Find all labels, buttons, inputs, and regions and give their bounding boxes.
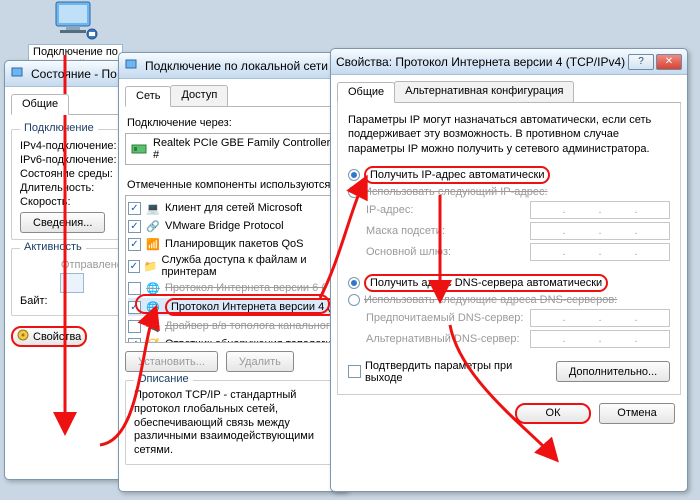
row-ipv4: IPv4-подключение: — [20, 140, 123, 152]
description-text: Протокол TCP/IP - стандартный протокол г… — [134, 389, 332, 458]
row-ipv6: IPv6-подключение: — [20, 154, 123, 166]
gear-icon — [17, 329, 29, 344]
checkbox-icon[interactable]: ✓ — [128, 202, 141, 215]
activity-bytes: Байт: — [20, 295, 123, 307]
component-item: ✓🔗VMware Bridge Protocol — [128, 218, 338, 234]
connection-legend: Подключение — [20, 122, 98, 134]
description-legend: Описание — [134, 373, 193, 385]
row-speed: Скорость: — [20, 196, 123, 208]
validate-on-exit[interactable]: Подтвердить параметры при выходе — [348, 360, 552, 384]
checkbox-icon[interactable]: ✓ — [128, 338, 141, 344]
connprops-title: Подключение по локальной сети 2 — [145, 59, 342, 73]
component-item: 🌐Протокол Интернета версии 6 ( — [128, 280, 338, 296]
tab-general[interactable]: Общие — [11, 94, 69, 115]
ipv4-tabs: Общие Альтернативная конфигурация — [337, 81, 681, 103]
checkbox-icon[interactable]: ✓ — [128, 220, 141, 233]
close-button[interactable]: ✕ — [656, 54, 682, 70]
checkbox-icon[interactable]: ✓ — [128, 301, 141, 314]
service-icon: 🔗 — [145, 218, 161, 234]
checkbox-icon[interactable] — [128, 320, 141, 333]
component-item: ✓💻Клиент для сетей Microsoft — [128, 200, 338, 216]
connection-properties-window: Подключение по локальной сети 2 Сеть Дос… — [118, 52, 348, 492]
field-gateway: Основной шлюз:... — [366, 243, 670, 261]
connprops-tabs: Сеть Доступ — [125, 85, 341, 107]
component-item: ✓🧭Ответчик обнаружения топологии — [128, 336, 338, 343]
tab-general[interactable]: Общие — [337, 82, 395, 103]
activity-monitor-icon — [60, 273, 84, 293]
components-list[interactable]: ✓💻Клиент для сетей Microsoft ✓🔗VMware Br… — [125, 195, 341, 343]
component-item-ipv4[interactable]: ✓🌐Протокол Интернета версии 4 ( — [128, 298, 338, 316]
advanced-button[interactable]: Дополнительно... — [556, 361, 670, 382]
service-icon: 📁 — [144, 258, 158, 274]
service-icon: 💻 — [145, 200, 161, 216]
tab-network[interactable]: Сеть — [125, 86, 171, 107]
monitor-network-icon — [52, 0, 100, 42]
radio-auto-ip[interactable]: Получить IP-адрес автоматически — [348, 166, 670, 184]
help-button[interactable]: ? — [628, 54, 654, 70]
nic-icon — [131, 141, 147, 157]
activity-sent: Отправлено — [20, 259, 123, 271]
adapter-box[interactable]: Realtek PCIe GBE Family Controller # — [125, 133, 341, 165]
service-icon: 🌐 — [145, 280, 161, 296]
components-label: Отмеченные компоненты используются — [127, 179, 339, 191]
radio-auto-dns[interactable]: Получить адрес DNS-сервера автоматически — [348, 274, 670, 292]
ipv4-titlebar[interactable]: Свойства: Протокол Интернета версии 4 (T… — [331, 49, 687, 75]
field-ip: IP-адрес:... — [366, 201, 670, 219]
network-icon — [124, 58, 140, 74]
checkbox-icon[interactable] — [128, 282, 141, 295]
checkbox-icon[interactable]: ✓ — [128, 238, 141, 251]
field-dns-pref: Предпочитаемый DNS-сервер:... — [366, 309, 670, 327]
row-duration: Длительность: — [20, 182, 123, 194]
ipv4-properties-window: Свойства: Протокол Интернета версии 4 (T… — [330, 48, 688, 492]
connprops-titlebar[interactable]: Подключение по локальной сети 2 — [119, 53, 347, 79]
component-item: ✓📁Служба доступа к файлам и принтерам — [128, 254, 338, 278]
checkbox-icon[interactable]: ✓ — [128, 260, 140, 273]
status-tabs: Общие — [11, 93, 132, 115]
row-media: Состояние среды: — [20, 168, 123, 180]
radio-manual-dns[interactable]: Использовать следующие адреса DNS-сервер… — [348, 294, 670, 306]
radio-manual-ip[interactable]: Использовать следующий IP-адрес: — [348, 186, 670, 198]
ok-button[interactable]: ОК — [515, 403, 591, 424]
install-button[interactable]: Установить... — [125, 351, 218, 372]
ipv4-title: Свойства: Протокол Интернета версии 4 (T… — [336, 55, 628, 69]
component-item: 🔌Драйвер в/в тополога канального — [128, 318, 338, 334]
field-mask: Маска подсети:... — [366, 222, 670, 240]
connect-via-label: Подключение через: — [127, 117, 339, 129]
component-item: ✓📶Планировщик пакетов QoS — [128, 236, 338, 252]
tab-alternative[interactable]: Альтернативная конфигурация — [394, 81, 574, 102]
service-icon: 🧭 — [145, 336, 161, 343]
service-icon: 📶 — [145, 236, 161, 252]
activity-legend: Активность — [20, 241, 86, 253]
details-button[interactable]: Сведения... — [20, 212, 105, 233]
cancel-button[interactable]: Отмена — [599, 403, 675, 424]
field-dns-alt: Альтернативный DNS-сервер:... — [366, 330, 670, 348]
service-icon: 🔌 — [145, 318, 161, 334]
adapter-name: Realtek PCIe GBE Family Controller # — [153, 137, 335, 161]
uninstall-button[interactable]: Удалить — [226, 351, 294, 372]
tab-access[interactable]: Доступ — [170, 85, 228, 106]
ipv4-intro: Параметры IP могут назначаться автоматич… — [348, 113, 670, 156]
network-icon — [10, 66, 26, 82]
properties-button[interactable]: Свойства — [11, 326, 87, 347]
service-icon: 🌐 — [145, 299, 161, 315]
